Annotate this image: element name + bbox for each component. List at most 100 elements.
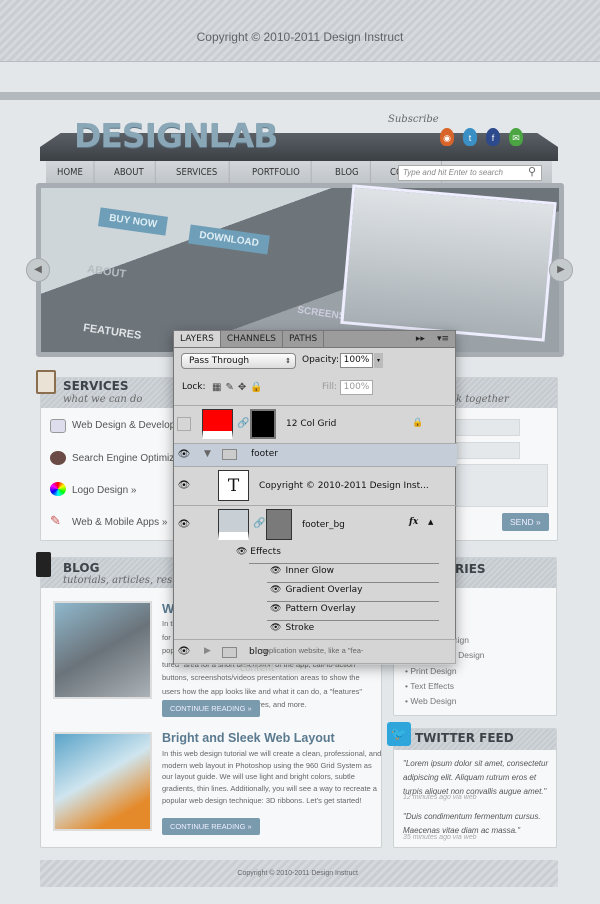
services-title: SERVICES: [63, 379, 129, 393]
blog-subtitle: tutorials, articles, res: [63, 575, 173, 586]
service-apps[interactable]: Web & Mobile Apps »: [72, 517, 167, 528]
fx-icon[interactable]: fx: [409, 517, 418, 527]
panel-collapse-icon[interactable]: ▸▸: [410, 331, 431, 347]
footer-copyright: Copyright © 2010-2011 Design Instruct: [237, 870, 358, 877]
mask-thumbnail: [250, 409, 276, 439]
mask-thumbnail: [266, 509, 292, 540]
nav-home[interactable]: HOME: [46, 161, 95, 184]
eye-icon[interactable]: 👁: [177, 479, 191, 493]
continue-reading-button[interactable]: CONTINUE READING »: [162, 818, 260, 835]
download-button[interactable]: DOWNLOAD: [188, 224, 270, 255]
folder-icon: [222, 449, 237, 460]
nav-blog[interactable]: BLOG: [324, 161, 371, 184]
lock-icons[interactable]: ▦✎✥🔒: [212, 382, 267, 393]
top-copyright: Copyright © 2010-2011 Design Instruct: [196, 30, 404, 44]
globe-icon: [50, 451, 66, 465]
eye-icon[interactable]: 👁: [177, 448, 191, 462]
category-item[interactable]: • Text Effects: [405, 681, 454, 691]
opacity-label: Opacity:: [302, 355, 339, 365]
divider: [267, 582, 439, 583]
app-tools-icon: ✎: [50, 513, 61, 528]
contact-subtitle: k together: [456, 394, 509, 405]
nav-about[interactable]: ABOUT: [103, 161, 156, 184]
category-item[interactable]: • Print Design: [405, 666, 457, 676]
layers-panel: LAYERS CHANNELS PATHS ▸▸ ▾≡ Pass Through…: [173, 330, 457, 665]
category-label[interactable]: Text Effects: [410, 681, 454, 691]
tweet-time: 35 minutes ago via web: [403, 834, 477, 841]
layer-footer-bg[interactable]: 👁 🔗 footer_bg fx ▲: [174, 505, 457, 543]
facebook-icon[interactable]: f: [486, 128, 500, 146]
footer-bg-thumbnail: [218, 509, 249, 540]
post-thumbnail[interactable]: [53, 601, 152, 699]
effect-stroke[interactable]: 👁 Stroke: [270, 623, 314, 633]
link-icon: 🔗: [237, 418, 250, 429]
blend-mode-select[interactable]: Pass Through ⇕: [181, 353, 296, 369]
effect-gradient-overlay[interactable]: 👁 Gradient Overlay: [270, 585, 362, 595]
footer: Copyright © 2010-2011 Design Instruct: [40, 860, 558, 887]
tweet-text: "Lorem ipsum dolor sit amet, consectetur…: [403, 759, 549, 796]
opacity-dropdown-icon[interactable]: ▾: [374, 353, 383, 368]
rss-icon[interactable]: ◉: [440, 128, 454, 146]
expand-triangle-icon[interactable]: ▶: [204, 646, 211, 656]
layer-12-col-grid[interactable]: 🔗 12 Col Grid 🔒: [174, 405, 457, 443]
continue-reading-button[interactable]: CONTINUE READING »: [162, 700, 260, 717]
layer-footer-group[interactable]: 👁 ▼ footer: [174, 443, 457, 466]
expand-triangle-icon[interactable]: ▼: [204, 449, 211, 459]
slider-about: ABOUT: [86, 263, 127, 281]
product-image: [340, 184, 557, 342]
link-icon: 🔗: [253, 518, 266, 529]
top-banner: Copyright © 2010-2011 Design Instruct: [0, 0, 600, 62]
email-icon[interactable]: ✉: [509, 128, 523, 146]
excerpt-line: users how the app looks like and what it…: [162, 686, 363, 696]
nav-portfolio[interactable]: PORTFOLIO: [241, 161, 312, 184]
layer-copyright-text[interactable]: 👁 T Copyright © 2010-2011 Design Inst...: [174, 466, 457, 505]
logo[interactable]: DESIGNLAB: [74, 116, 278, 155]
color-wheel-icon: [50, 482, 66, 496]
layer-name: 12 Col Grid: [286, 419, 337, 429]
panel-menu-icon[interactable]: ▾≡: [431, 331, 455, 347]
notebook-icon: [36, 552, 51, 577]
effect-pattern-overlay[interactable]: 👁 Pattern Overlay: [270, 604, 356, 614]
buy-now-button[interactable]: BUY NOW: [98, 207, 169, 236]
folder-icon: [222, 647, 237, 658]
collapse-effects-icon[interactable]: ▲: [428, 518, 433, 526]
visibility-toggle-off[interactable]: [177, 417, 191, 431]
eye-icon[interactable]: 👁: [270, 623, 281, 633]
eye-icon[interactable]: 👁: [177, 518, 191, 532]
eye-icon[interactable]: 👁: [177, 645, 191, 659]
tab-channels[interactable]: CHANNELS: [221, 331, 283, 347]
divider-band: [0, 92, 600, 100]
category-label[interactable]: Print Design: [410, 666, 456, 676]
fill-input[interactable]: 100%: [340, 380, 373, 395]
layer-name: footer: [251, 449, 278, 459]
lock-label: Lock:: [182, 382, 206, 392]
slider-features: FEATURES: [82, 321, 143, 343]
tab-layers[interactable]: LAYERS: [174, 331, 221, 347]
layer-name: footer_bg: [302, 520, 345, 530]
category-label[interactable]: Web Design: [410, 696, 456, 706]
post-thumbnail[interactable]: [53, 732, 152, 831]
slider-next-arrow[interactable]: ▶: [549, 258, 573, 282]
twitter-icon[interactable]: t: [463, 128, 477, 146]
tweet-time: 12 minutes ago via web: [403, 794, 477, 801]
divider: [267, 601, 439, 602]
send-button[interactable]: SEND »: [502, 513, 549, 531]
category-item[interactable]: • Web Design: [405, 696, 457, 706]
nav-services[interactable]: SERVICES: [165, 161, 230, 184]
search-input[interactable]: Type and hit Enter to search: [398, 165, 542, 181]
effect-label: Pattern Overlay: [285, 604, 356, 614]
eye-icon[interactable]: 👁: [270, 585, 281, 595]
effects-row[interactable]: 👁 Effects: [236, 547, 281, 557]
excerpt-fragment: application website, like a "fea-: [260, 646, 364, 655]
eye-icon[interactable]: 👁: [270, 566, 281, 576]
opacity-input[interactable]: 100%: [340, 353, 373, 368]
browser-icon: [50, 419, 66, 433]
post-title[interactable]: Bright and Sleek Web Layout: [162, 731, 335, 745]
eye-icon[interactable]: 👁: [236, 547, 250, 557]
search-icon[interactable]: ⚲: [528, 165, 536, 178]
eye-icon[interactable]: 👁: [270, 604, 281, 614]
service-logo-design[interactable]: Logo Design »: [72, 485, 137, 496]
effect-inner-glow[interactable]: 👁 Inner Glow: [270, 566, 334, 576]
slider-prev-arrow[interactable]: ◀: [26, 258, 50, 282]
tab-paths[interactable]: PATHS: [283, 331, 325, 347]
